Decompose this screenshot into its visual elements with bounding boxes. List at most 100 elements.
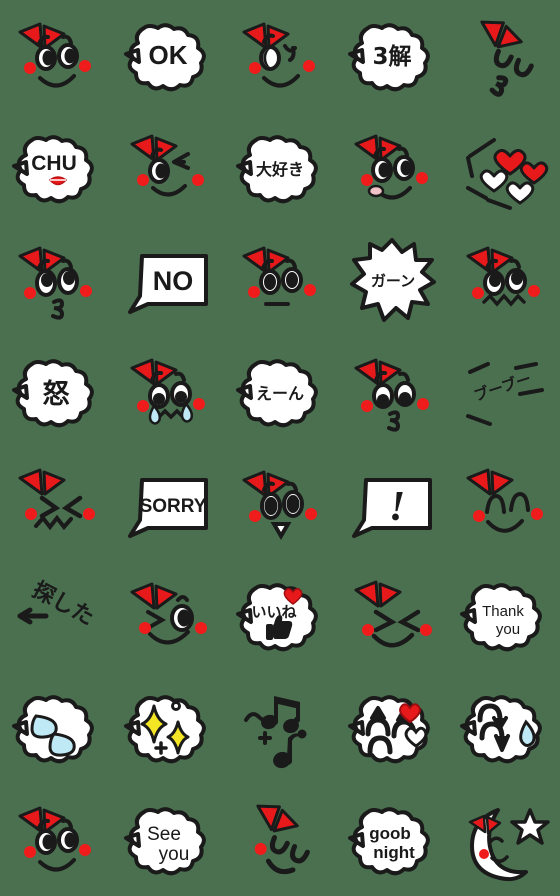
cheek-right (303, 60, 315, 72)
face-features (265, 835, 310, 875)
cheek-left (24, 287, 36, 299)
cheek-left (139, 622, 151, 634)
emoji-cell-4[interactable]: Cloud bubble reading ryoukai 3解 (336, 0, 448, 112)
emoji-cell-35[interactable]: Cloud bubble with down arrows and sweat … (448, 672, 560, 784)
cheek-right (305, 508, 317, 520)
cheek-left (248, 286, 260, 298)
emoji-cell-8[interactable]: Cloud bubble reading daisuki 大好き (224, 112, 336, 224)
bow-icon (130, 582, 178, 610)
cheek-right (79, 60, 91, 72)
bow-icon (18, 246, 66, 274)
bubble-text-8: 大好き (256, 160, 304, 179)
emoji-cell-16[interactable]: Cloud bubble reading ikari (anger) 怒 (0, 336, 112, 448)
cheek-right (531, 508, 543, 520)
emoji-cell-31[interactable]: Cloud bubble with two blue sweat drops (0, 672, 112, 784)
emoji-cell-3[interactable]: Red bow face winking (224, 0, 336, 112)
emoji-cell-30[interactable]: Cloud bubble reading Thank you Thank you… (448, 560, 560, 672)
cheek-left (25, 508, 37, 520)
emoji-cell-27[interactable]: Red bow face winking and smiling (112, 560, 224, 672)
emoji-cell-2[interactable]: Cloud speech bubble reading OK OK (112, 0, 224, 112)
cheek-left (24, 62, 36, 74)
bow-icon (354, 358, 402, 386)
heart-icon-white-2 (505, 181, 535, 205)
heart-icon-red-2 (519, 161, 549, 185)
face-features (485, 491, 530, 533)
emoji-cell-5[interactable]: Tilted bow face with closed happy eyes (448, 0, 560, 112)
bow-icon (466, 468, 514, 496)
emoji-cell-6[interactable]: Cloud bubble reading CHU with red lips C… (0, 112, 112, 224)
cheek-left (24, 846, 36, 858)
cheek-left (249, 510, 261, 522)
emoji-cell-40[interactable]: Sleeping crescent moon with bow and star (448, 784, 560, 896)
emoji-cell-10[interactable]: Red and white hearts with motion lines (448, 112, 560, 224)
bubble-text-22: SORRY (140, 496, 207, 517)
emoji-cell-37[interactable]: Cloud bubble reading See you See you See… (112, 784, 224, 896)
cheek-left (137, 174, 149, 186)
cheek-left (473, 510, 485, 522)
cheek-right (193, 398, 205, 410)
emoji-cell-34[interactable]: Cloud bubble with up arrows and hearts (336, 672, 448, 784)
deco-text-20: ブーブー (472, 370, 534, 405)
emoji-cell-13[interactable]: Red bow face with flat mouth (224, 224, 336, 336)
emoji-cell-14[interactable]: Spiky burst bubble reading gaan ガーン (336, 224, 448, 336)
cheek (479, 849, 489, 859)
emoji-cell-36[interactable]: Red bow face smiling (0, 784, 112, 896)
emoji-cell-33[interactable]: Floating music notes (224, 672, 336, 784)
note-plus-icon (258, 731, 272, 745)
emoji-cell-17[interactable]: Red bow face crying with tears (112, 336, 224, 448)
cheek-left (249, 62, 261, 74)
emoji-cell-18[interactable]: Cloud bubble reading een (sob) えーん (224, 336, 336, 448)
emoji-cell-28[interactable]: Cloud bubble reading iine with thumbs up… (224, 560, 336, 672)
cheek-left (362, 624, 374, 636)
emoji-cell-7[interactable]: Red bow face blowing a kiss (112, 112, 224, 224)
bubble-text-4: 3解 (372, 43, 411, 70)
emoji-cell-20[interactable]: Handwritten buu buu complaint lines ブーブー (448, 336, 560, 448)
emoji-cell-12[interactable]: Square speech bubble reading NO NO (112, 224, 224, 336)
cheek-right (79, 844, 91, 856)
heart-icon-white-1 (479, 169, 509, 193)
bow-icon (130, 358, 178, 386)
cheek-right (192, 174, 204, 186)
emoji-cell-39[interactable]: Cloud bubble reading goob night goob nig… (336, 784, 448, 896)
music-note-icon-beamed (261, 696, 300, 734)
bow-icon (242, 246, 290, 274)
emoji-cell-29[interactable]: Red bow face laughing with >< eyes (336, 560, 448, 672)
bubble-text-14: ガーン (371, 272, 415, 290)
cheek-left (137, 400, 149, 412)
bubble-text-12: NO (153, 266, 194, 296)
emoji-cell-38[interactable]: Tilted bow face with sleepy closed eyes (224, 784, 336, 896)
emoji-cell-15[interactable]: Red bow face with squiggly mouth (448, 224, 560, 336)
tear-icon-right (180, 401, 194, 423)
face-features (34, 495, 83, 531)
emoji-cell-11[interactable]: Red bow face with pouting mouth (0, 224, 112, 336)
emoji-cell-32[interactable]: Cloud bubble with yellow sparkles (112, 672, 224, 784)
bow-icon (256, 804, 299, 833)
emoji-cell-19[interactable]: Red bow face sulking (336, 336, 448, 448)
cheek-left (361, 174, 373, 186)
bow-icon (354, 580, 402, 608)
emoji-cell-23[interactable]: Red bow face shocked with open mouth (224, 448, 336, 560)
bubble-text-18: えーん (256, 384, 304, 403)
emoji-cell-26[interactable]: Handwritten sagashita with arrow 探した (0, 560, 112, 672)
bubble-text-2: OK (149, 40, 188, 70)
emoji-cell-24[interactable]: Square speech bubble with exclamation ma… (336, 448, 448, 560)
arrow-icon (17, 607, 49, 625)
face-features (489, 48, 534, 97)
bow-icon (18, 22, 66, 50)
emoji-cell-1[interactable]: Red bow face with smile (0, 0, 112, 112)
tongue-icon (367, 184, 385, 198)
deco-text-26: 探した (28, 577, 98, 631)
emoji-cell-22[interactable]: Square speech bubble reading SORRY SORRY (112, 448, 224, 560)
bow-icon (18, 806, 66, 834)
emoji-cell-25[interactable]: Red bow face with arched eyes grinning (448, 448, 560, 560)
bow-icon (480, 20, 523, 49)
emoji-cell-21[interactable]: Red bow face with >< eyes and zigzag mou… (0, 448, 112, 560)
cloud-bubble-icon (124, 695, 206, 764)
bow-icon (354, 134, 402, 162)
emoji-cell-9[interactable]: Red bow face sticking out tongue (336, 112, 448, 224)
cheek-right (528, 285, 540, 297)
bubble-text-30-line1: Thank (482, 603, 524, 620)
cheek-right (80, 285, 92, 297)
bubble-text-37-line1: See (147, 824, 181, 845)
bubble-text-24: ! (389, 484, 405, 530)
